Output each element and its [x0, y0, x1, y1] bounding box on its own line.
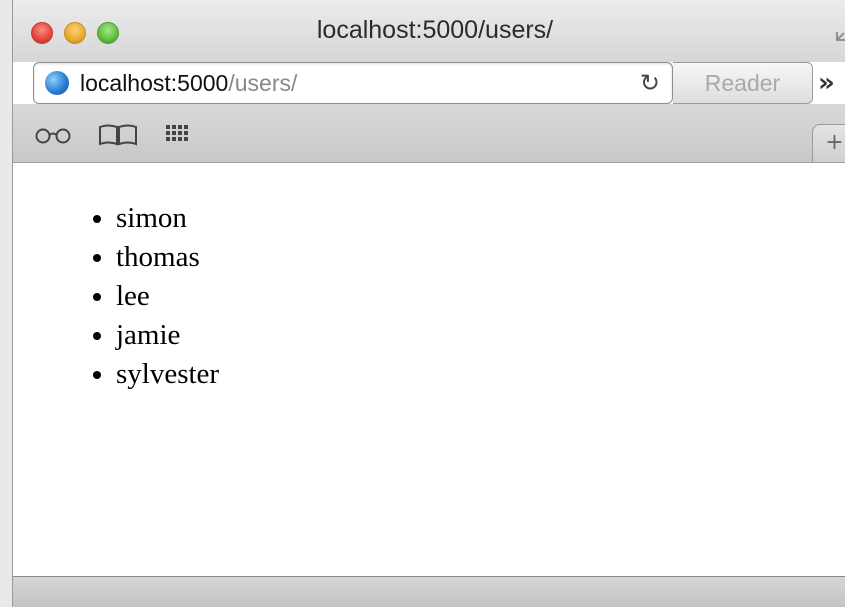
browser-window: localhost:5000/users/ localhost:5000/use…	[12, 0, 845, 607]
reload-icon[interactable]: ↻	[640, 69, 660, 97]
globe-icon	[45, 71, 69, 95]
grid-icon[interactable]	[165, 124, 191, 146]
list-item: simon	[116, 199, 845, 238]
title-bar: localhost:5000/users/	[13, 0, 845, 62]
reader-button[interactable]: Reader	[673, 62, 813, 104]
page-content: simon thomas lee jamie sylvester	[13, 163, 845, 577]
url-text[interactable]: localhost:5000/users/	[80, 69, 297, 97]
window-title: localhost:5000/users/	[316, 16, 554, 44]
plus-icon[interactable]: +	[812, 124, 845, 162]
list-item: lee	[116, 277, 845, 316]
url-path: /users/	[228, 70, 298, 96]
chevron-double-right-icon[interactable]: »	[818, 68, 835, 98]
list-item: thomas	[116, 238, 845, 277]
bookmarks-bar	[13, 104, 845, 163]
fullscreen-icon[interactable]	[835, 20, 845, 42]
address-bar[interactable]: localhost:5000/users/ ↻	[33, 62, 673, 104]
list-item: sylvester	[116, 355, 845, 394]
status-bar	[13, 576, 845, 607]
url-host: localhost:5000	[80, 70, 229, 96]
book-icon[interactable]	[98, 124, 138, 146]
user-list: simon thomas lee jamie sylvester	[13, 163, 845, 394]
glasses-icon[interactable]	[33, 126, 73, 144]
list-item: jamie	[116, 316, 845, 355]
